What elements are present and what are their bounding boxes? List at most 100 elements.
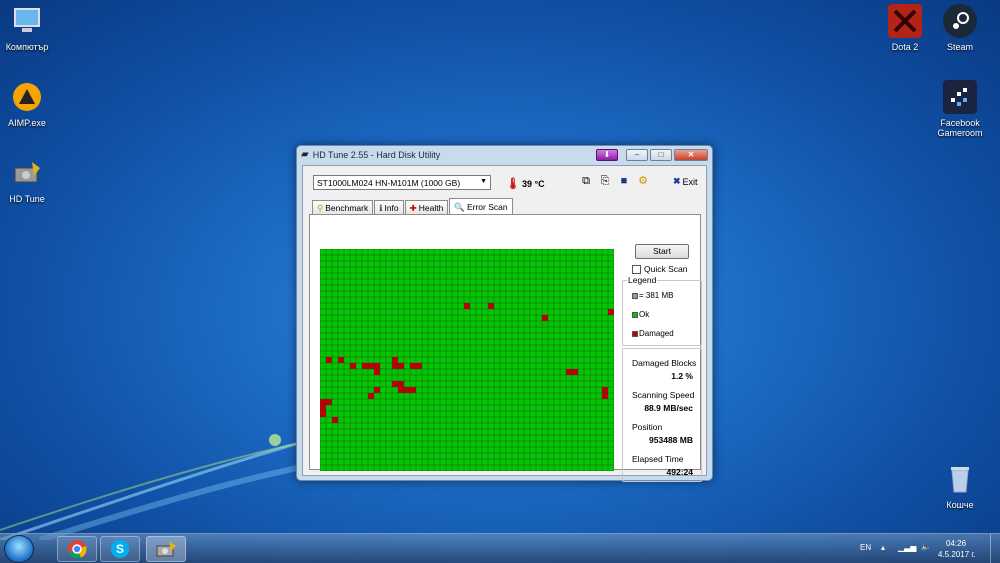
app-icon: ▰	[301, 149, 309, 160]
clock-time[interactable]: 04:26	[946, 539, 966, 548]
window-title: HD Tune 2.55 - Hard Disk Utility	[312, 149, 441, 160]
desktop-icon-aimp[interactable]: AIMP.exe	[0, 80, 62, 128]
damaged-block	[368, 363, 374, 369]
taskbar: S EN ▴ ▁▃▅ 🔈 04:26 4.5.2017 г.	[0, 533, 1000, 563]
position-value: 953488 MB	[649, 435, 693, 445]
block-swatch	[632, 292, 638, 299]
taskbar-hdtune[interactable]	[146, 536, 186, 562]
desktop-icon-steam[interactable]: Steam	[925, 4, 995, 52]
damaged-block	[566, 369, 572, 375]
damaged-block	[392, 357, 398, 363]
hdtune-window[interactable]: ▰ HD Tune 2.55 - Hard Disk Utility ⬇ – □…	[296, 145, 713, 482]
damaged-block	[608, 309, 614, 315]
damaged-blocks-value: 1.2 %	[671, 371, 693, 381]
desktop-icon-label: Facebook Gameroom	[937, 118, 983, 138]
desktop-icon-hdtune[interactable]: HD Tune	[0, 156, 62, 204]
legend-ok: Ok	[632, 310, 649, 319]
damaged-swatch	[632, 330, 638, 337]
chrome-icon	[68, 540, 87, 559]
tab-label: Info	[384, 203, 399, 213]
thermometer-icon: 🌡	[506, 178, 520, 190]
taskbar-skype[interactable]: S	[100, 536, 140, 562]
desktop-icon-label: AIMP.exe	[8, 118, 46, 128]
legend-ok-label: Ok	[639, 310, 650, 319]
error-scan-panel: Start Quick Scan Legend = 381 MB Ok Dama…	[309, 214, 702, 482]
damaged-block	[320, 405, 326, 411]
drive-select[interactable]: ST1000LM024 HN-M101M (1000 GB) ▼	[313, 175, 491, 190]
desktop-icon-label: Steam	[946, 42, 973, 52]
drive-select-value: ST1000LM024 HN-M101M (1000 GB)	[317, 178, 461, 188]
clock-date[interactable]: 4.5.2017 г.	[938, 550, 976, 559]
damaged-block	[320, 399, 326, 405]
health-icon: ✚	[409, 202, 417, 213]
damaged-block	[398, 363, 404, 369]
svg-text:S: S	[116, 542, 124, 556]
tab-info[interactable]: ℹ Info	[374, 200, 404, 214]
gameroom-icon	[943, 80, 977, 114]
aimp-icon	[10, 80, 44, 114]
hdtune-icon	[10, 156, 44, 190]
legend-title: Legend	[627, 275, 658, 285]
damaged-block	[392, 381, 398, 387]
tab-health[interactable]: ✚ Health	[404, 200, 449, 214]
damaged-block	[374, 369, 380, 375]
options-icon[interactable]: ⚙	[636, 174, 650, 188]
legend-block-size-label: = 381 MB	[639, 291, 674, 300]
desktop-icon-label: Компютър	[5, 42, 49, 52]
desktop-icon-computer[interactable]: Компютър	[0, 4, 62, 52]
damaged-block	[464, 303, 470, 309]
ok-swatch	[632, 311, 638, 318]
legend-group: Legend = 381 MB Ok Damaged	[622, 275, 702, 346]
title-bar[interactable]: ▰ HD Tune 2.55 - Hard Disk Utility ⬇ – □…	[297, 146, 712, 163]
desktop-icon-recycle-bin[interactable]: Кошче	[925, 462, 995, 510]
copy-screenshot-icon[interactable]: ⎘	[598, 174, 612, 188]
scanning-speed-value: 88.9 MB/sec	[644, 403, 693, 413]
maximize-button[interactable]: □	[650, 148, 672, 161]
dota2-icon	[888, 4, 922, 38]
tab-label: Error Scan	[466, 202, 508, 212]
desktop-icon-label: Кошче	[946, 500, 974, 510]
volume-icon[interactable]: 🔈	[921, 542, 931, 551]
error-scan-icon: 🔍	[454, 201, 465, 212]
damaged-block	[374, 363, 380, 369]
damaged-block	[602, 393, 608, 399]
damaged-block	[362, 363, 368, 369]
network-icon[interactable]: ▁▃▅	[898, 543, 916, 552]
taskbar-chrome[interactable]	[57, 536, 97, 562]
damaged-block	[320, 411, 326, 417]
close-button[interactable]: ✕	[674, 148, 708, 161]
minimize-button[interactable]: –	[626, 148, 648, 161]
show-desktop-button[interactable]	[990, 534, 1000, 563]
language-indicator[interactable]: EN	[860, 543, 871, 552]
quick-scan-checkbox[interactable]: Quick Scan	[632, 264, 687, 274]
exit-button[interactable]: ✖ Exit	[673, 176, 698, 187]
copy-info-icon[interactable]: ⧉	[579, 174, 593, 188]
skype-icon: S	[111, 540, 129, 558]
desktop-icon-label: HD Tune	[9, 194, 45, 204]
tab-label: Health	[418, 203, 444, 213]
damaged-block	[410, 387, 416, 393]
tray-expand-icon[interactable]: ▴	[881, 543, 885, 552]
damaged-block	[572, 369, 578, 375]
checkbox-box[interactable]	[632, 264, 641, 274]
window-client: ST1000LM024 HN-M101M (1000 GB) ▼ 🌡 39 °C…	[302, 165, 707, 482]
damaged-block	[398, 381, 404, 387]
damaged-block	[542, 315, 548, 321]
computer-icon	[10, 4, 44, 38]
legend-damaged: Damaged	[632, 329, 674, 338]
damaged-block	[326, 357, 332, 363]
damaged-block	[398, 387, 404, 393]
start-orb-icon[interactable]	[4, 535, 34, 563]
tab-error-scan[interactable]: 🔍 Error Scan	[449, 198, 513, 214]
tab-benchmark[interactable]: ⚲ Benchmark	[312, 200, 374, 214]
damaged-blocks-label: Damaged Blocks	[632, 358, 697, 368]
desktop-icon-gameroom[interactable]: Facebook Gameroom	[925, 80, 995, 138]
start-button[interactable]: Start	[635, 244, 689, 259]
tab-label: Benchmark	[325, 203, 369, 213]
quick-scan-label: Quick Scan	[644, 264, 688, 274]
steam-icon	[943, 4, 977, 38]
benchmark-icon: ⚲	[317, 202, 324, 213]
save-icon[interactable]: ■	[617, 174, 631, 188]
damaged-block	[332, 417, 338, 423]
download-icon[interactable]: ⬇	[596, 148, 618, 161]
